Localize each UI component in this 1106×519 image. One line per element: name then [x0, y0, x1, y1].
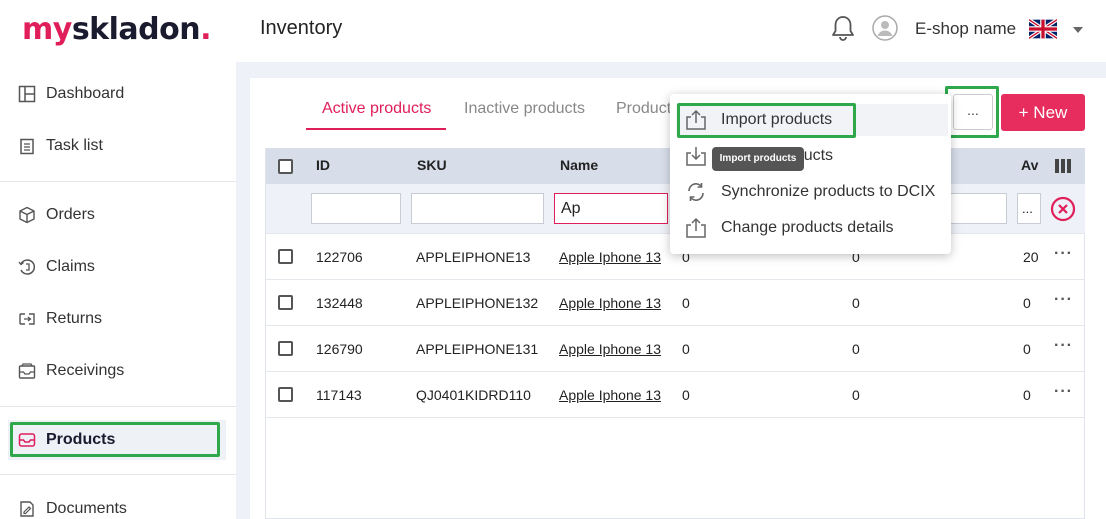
user-avatar-icon[interactable] [872, 15, 898, 41]
filter-input[interactable] [945, 193, 1007, 224]
tab-active-products[interactable]: Active products [322, 100, 431, 118]
column-header-available[interactable]: Av [1021, 157, 1038, 173]
row-checkbox[interactable] [278, 341, 293, 356]
sidebar-item-receivings[interactable]: Receivings [0, 351, 236, 391]
cell-sku: APPLEIPHONE131 [416, 341, 539, 357]
cell-value: 0 [682, 295, 690, 311]
sidebar-item-orders[interactable]: Orders [0, 195, 236, 235]
product-name-link[interactable]: Apple Iphone 13 [559, 387, 661, 403]
cell-value: 0 [852, 387, 860, 403]
product-name-link[interactable]: Apple Iphone 13 [559, 295, 661, 311]
sidebar-item-dashboard[interactable]: Dashboard [0, 74, 236, 114]
new-product-button[interactable]: + New [1001, 94, 1085, 131]
upload-icon [686, 109, 706, 130]
product-name-link[interactable]: Apple Iphone 13 [559, 249, 661, 265]
download-icon [686, 147, 706, 166]
cell-value: 0 [682, 341, 690, 357]
sidebar-divider [0, 474, 236, 475]
row-more-button[interactable]: ··· [1054, 245, 1073, 263]
cell-sku: APPLEIPHONE13 [416, 249, 531, 265]
product-name-link[interactable]: Apple Iphone 13 [559, 341, 661, 357]
row-checkbox[interactable] [278, 295, 293, 310]
row-divider [266, 371, 1085, 372]
returns-icon [19, 313, 35, 325]
cell-id: 132448 [316, 295, 363, 311]
menu-item-import-products[interactable]: Import products [684, 107, 832, 133]
uk-flag-icon[interactable] [1029, 19, 1057, 39]
column-header-sku[interactable]: SKU [417, 157, 447, 173]
tab-products-other[interactable]: Product [616, 100, 671, 118]
sidebar-item-claims[interactable]: Claims [0, 247, 236, 287]
box-icon [19, 206, 35, 224]
cell-available: 20 [1023, 249, 1039, 265]
cell-id: 117143 [316, 387, 362, 403]
row-divider [266, 325, 1085, 326]
column-header-id[interactable]: ID [316, 157, 330, 173]
av-filter-more[interactable]: ... [1017, 193, 1041, 224]
dashboard-icon [18, 85, 36, 103]
menu-item-synchronize-dcix[interactable]: Synchronize products to DCIX [684, 179, 935, 205]
task-list-icon [20, 138, 34, 155]
sync-icon [688, 183, 704, 201]
columns-icon[interactable] [1055, 159, 1071, 173]
row-divider [266, 279, 1085, 280]
more-actions-button[interactable]: ... [953, 94, 993, 130]
chevron-down-icon[interactable] [1073, 27, 1083, 33]
bell-icon[interactable] [830, 14, 856, 42]
row-more-button[interactable]: ··· [1054, 291, 1073, 309]
row-divider [266, 417, 1085, 418]
sidebar-divider [0, 181, 236, 182]
id-filter-input[interactable] [311, 193, 401, 224]
page-title: Inventory [260, 17, 343, 39]
inbox-icon [18, 433, 36, 447]
logo[interactable]: myskladon. [22, 12, 212, 47]
cell-id: 122706 [316, 249, 363, 265]
tooltip: Import products [712, 147, 804, 171]
select-all-checkbox[interactable] [278, 159, 293, 174]
row-checkbox[interactable] [278, 387, 293, 402]
menu-item-change-products-details[interactable]: Change products details [684, 215, 894, 241]
column-header-name[interactable]: Name [560, 157, 598, 173]
name-filter-input[interactable]: Ap [554, 193, 668, 224]
upload-icon [686, 217, 706, 238]
documents-icon [20, 501, 34, 517]
receivings-icon [18, 363, 36, 379]
cell-sku: APPLEIPHONE132 [416, 295, 539, 311]
sidebar-item-task-list[interactable]: Task list [0, 126, 236, 166]
cell-available: 0 [1023, 387, 1031, 403]
cell-id: 126790 [316, 341, 363, 357]
sidebar-item-returns[interactable]: Returns [0, 299, 236, 339]
active-tab-indicator [306, 128, 446, 130]
clear-filters-icon[interactable] [1050, 196, 1076, 222]
cell-value: 0 [682, 387, 690, 403]
tab-inactive-products[interactable]: Inactive products [464, 100, 585, 118]
row-more-button[interactable]: ··· [1054, 337, 1073, 355]
shop-name[interactable]: E-shop name [915, 19, 1016, 39]
claims-icon [18, 259, 36, 275]
sidebar-divider [0, 406, 236, 407]
sidebar-item-documents[interactable]: Documents [0, 489, 236, 519]
sku-filter-input[interactable] [411, 193, 544, 224]
cell-value: 0 [852, 341, 860, 357]
cell-available: 0 [1023, 341, 1031, 357]
row-checkbox[interactable] [278, 249, 293, 264]
row-more-button[interactable]: ··· [1054, 383, 1073, 401]
sidebar-item-products[interactable]: Products [8, 420, 226, 460]
cell-value: 0 [852, 295, 860, 311]
cell-available: 0 [1023, 295, 1031, 311]
top-bar: myskladon. Inventory E-shop name [0, 0, 1106, 62]
cell-sku: QJ0401KIDRD110 [416, 387, 531, 403]
